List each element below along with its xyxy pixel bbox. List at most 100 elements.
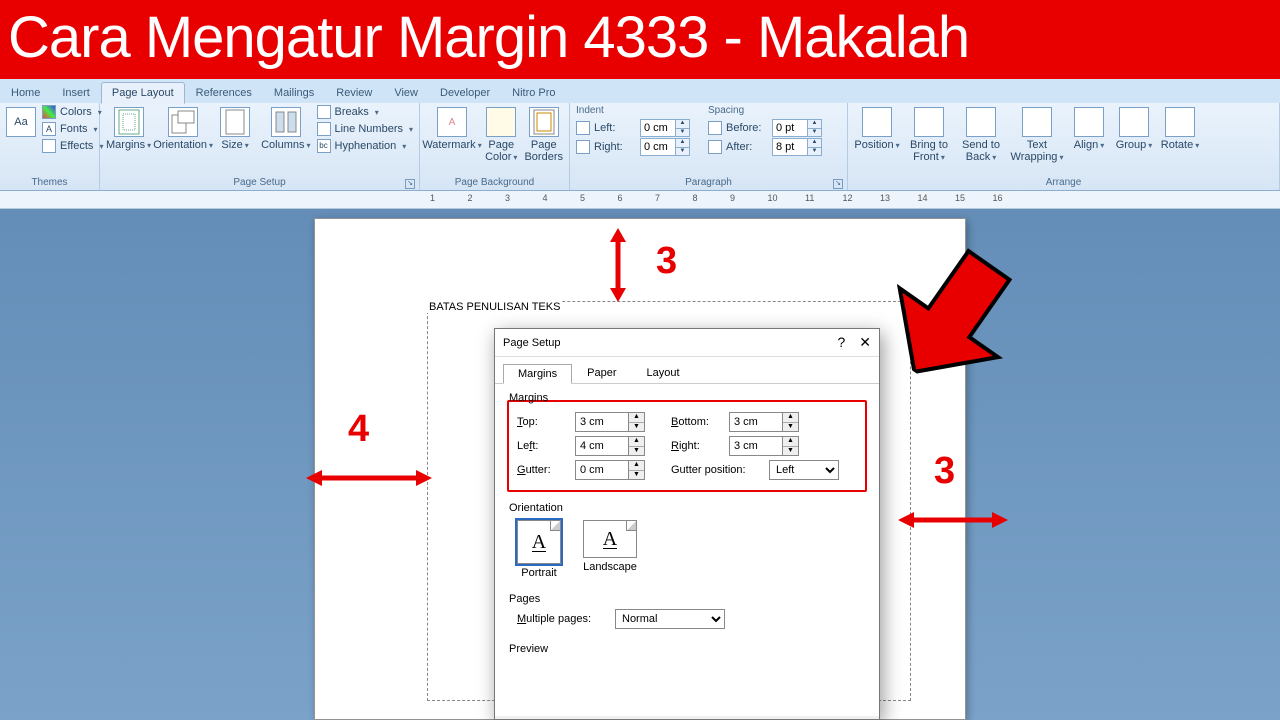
colors-label: Colors [60,106,92,118]
tab-insert[interactable]: Insert [51,82,101,103]
ruler-tick: 2 [468,193,473,203]
page-color-button[interactable]: Page Color [484,105,518,164]
margin-caption: BATAS PENULISAN TEKS [427,301,562,313]
tab-review[interactable]: Review [325,82,383,103]
spacing-after-icon [708,140,722,154]
line-numbers-label: Line Numbers [335,123,403,135]
tab-references[interactable]: References [185,82,263,103]
bring-front-button[interactable]: Bring to Front [906,105,952,164]
indent-left-input[interactable]: ▲▼ [640,119,690,137]
ruler-tick: 12 [843,193,853,203]
gutter-position-select[interactable]: Left [769,460,839,480]
watermark-icon: A [437,107,467,137]
dialog-tab-paper[interactable]: Paper [572,363,631,383]
line-numbers-button[interactable]: Line Numbers [317,122,414,136]
watermark-label: Watermark [422,139,481,152]
dialog-tab-margins[interactable]: Margins [503,364,572,384]
text-wrapping-button[interactable]: Text Wrapping [1010,105,1064,164]
annotation-left: 4 [306,460,432,501]
columns-label: Columns [261,139,310,152]
page-setup-launcher[interactable]: ↘ [405,179,415,189]
tab-page-layout[interactable]: Page Layout [101,82,185,104]
position-button[interactable]: Position [854,105,900,152]
margin-gutter-label: Gutter: [517,464,567,476]
margins-label: Margins [106,139,151,152]
position-icon [862,107,892,137]
annotation-right: 3 [898,502,1008,543]
portrait-icon: A [517,520,561,564]
page-borders-button[interactable]: Page Borders [524,105,563,163]
tab-developer[interactable]: Developer [429,82,501,103]
spacing-after-input[interactable]: ▲▼ [772,138,822,156]
margin-top-input[interactable]: ▲▼ [575,412,645,432]
group-page-background: AWatermark Page Color Page Borders Page … [420,103,570,190]
page-color-label: Page Color [485,139,517,164]
effects-button[interactable]: Effects [42,139,103,153]
tab-view[interactable]: View [383,82,429,103]
margins-icon [114,107,144,137]
rotate-button[interactable]: Rotate [1160,105,1200,152]
group-page-setup: Margins Orientation Size Columns Breaks … [100,103,420,190]
ruler-tick: 6 [618,193,623,203]
multiple-pages-select[interactable]: Normal [615,609,725,629]
orientation-portrait[interactable]: A Portrait [517,520,561,579]
group-button-label: Group [1116,139,1153,152]
ruler-tick: 4 [543,193,548,203]
group-button[interactable]: Group [1114,105,1154,152]
paragraph-launcher[interactable]: ↘ [833,179,843,189]
breaks-button[interactable]: Breaks [317,105,414,119]
page-borders-icon [529,107,559,137]
colors-button[interactable]: Colors [42,105,103,119]
orientation-label: Orientation [153,139,213,152]
ruler-tick: 10 [768,193,778,203]
breaks-icon [317,105,331,119]
orientation-landscape[interactable]: A Landscape [583,520,637,579]
horizontal-ruler[interactable]: 12345678910111213141516 [0,191,1280,209]
tab-nitro-pro[interactable]: Nitro Pro [501,82,566,103]
spacing-before-input[interactable]: ▲▼ [772,119,822,137]
effects-label: Effects [60,140,93,152]
page-setup-dialog: Page Setup ? ✕ Margins Paper Layout Marg… [494,328,880,720]
indent-header: Indent [576,105,690,116]
themes-button[interactable]: Aa [6,105,36,137]
columns-button[interactable]: Columns [261,105,310,152]
margin-gutter-input[interactable]: ▲▼ [575,460,645,480]
line-numbers-icon [317,122,331,136]
effects-icon [42,139,56,153]
bring-front-label: Bring to Front [910,139,948,164]
arrange-group-label: Arrange [854,177,1273,190]
hyphenation-icon: bc [317,139,331,153]
hyphenation-button[interactable]: bcHyphenation [317,139,414,153]
fonts-button[interactable]: AFonts [42,122,103,136]
dialog-titlebar[interactable]: Page Setup ? ✕ [495,329,879,357]
ruler-tick: 3 [505,193,510,203]
margin-bottom-label: Bottom: [671,416,721,428]
dialog-tab-layout[interactable]: Layout [631,363,694,383]
ruler-tick: 15 [955,193,965,203]
margin-left-input[interactable]: ▲▼ [575,436,645,456]
margin-bottom-input[interactable]: ▲▼ [729,412,799,432]
tab-mailings[interactable]: Mailings [263,82,325,103]
ruler-tick: 14 [918,193,928,203]
align-button[interactable]: Align [1070,105,1108,152]
watermark-button[interactable]: AWatermark [426,105,478,152]
help-icon[interactable]: ? [837,334,845,351]
pages-legend: Pages [507,593,542,605]
spacing-before-label: Before: [726,122,768,134]
indent-right-input[interactable]: ▲▼ [640,138,690,156]
close-icon[interactable]: ✕ [859,334,871,351]
send-back-button[interactable]: Send to Back [958,105,1004,164]
margins-button[interactable]: Margins [106,105,151,152]
tab-home[interactable]: Home [0,82,51,103]
size-button[interactable]: Size [215,105,255,152]
annotation-left-value: 4 [348,408,369,451]
margin-right-label: Right: [671,440,721,452]
margin-right-input[interactable]: ▲▼ [729,436,799,456]
ruler-tick: 8 [693,193,698,203]
ruler-tick: 11 [805,193,814,203]
rotate-label: Rotate [1161,139,1199,152]
orientation-button[interactable]: Orientation [157,105,209,152]
fonts-icon: A [42,122,56,136]
annotation-right-value: 3 [934,450,955,493]
group-themes: Aa Colors AFonts Effects Themes [0,103,100,190]
